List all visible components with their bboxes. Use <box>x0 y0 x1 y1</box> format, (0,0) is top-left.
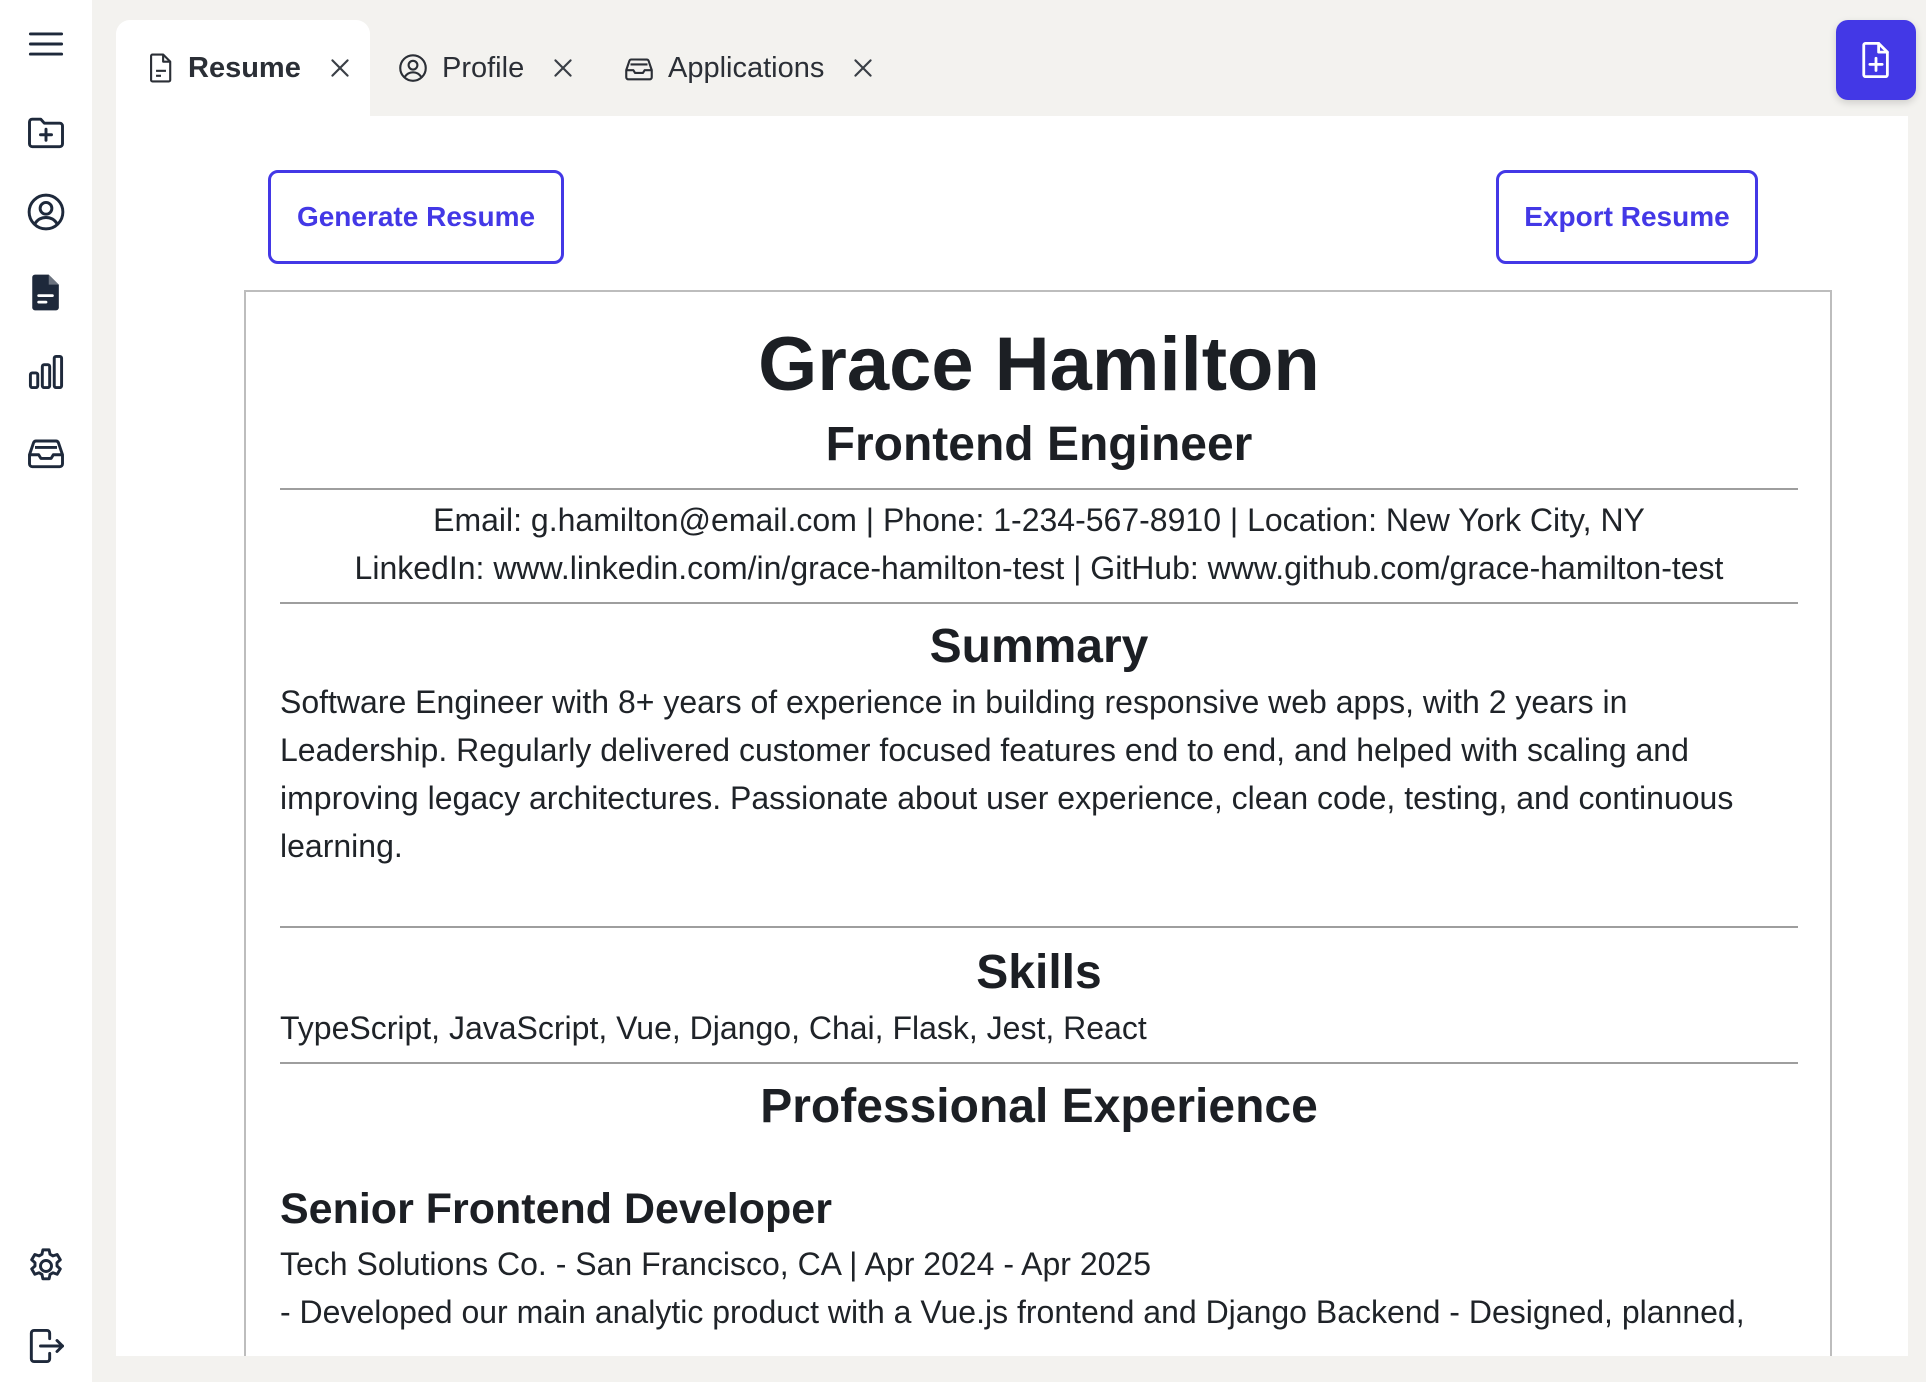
tab-profile-label: Profile <box>442 51 525 84</box>
resume-button[interactable] <box>0 260 92 324</box>
gear-icon <box>30 1248 62 1281</box>
user-circle-icon <box>27 193 65 231</box>
resume-role: Frontend Engineer <box>825 418 1253 471</box>
contact-line-1: Email: g.hamilton@email.com | Phone: 1-2… <box>433 502 1645 538</box>
analytics-button[interactable] <box>0 340 92 404</box>
close-icon <box>331 59 349 77</box>
divider <box>280 926 1798 928</box>
contact-line-2: LinkedIn: www.linkedin.com/in/grace-hami… <box>354 550 1724 586</box>
divider <box>280 488 1798 490</box>
tab-profile-close-button[interactable] <box>548 53 578 83</box>
resume-content: Grace Hamilton Frontend Engineer Email: … <box>280 292 1798 1336</box>
main-panel: Generate Resume Export Resume Grace Hami… <box>116 116 1908 1356</box>
inbox-stack-icon <box>28 439 64 469</box>
new-folder-button[interactable] <box>0 100 92 164</box>
profile-button[interactable] <box>0 180 92 244</box>
document-icon <box>144 51 178 85</box>
skills-text: TypeScript, JavaScript, Vue, Django, Cha… <box>280 1010 1147 1046</box>
tab-applications-close-button[interactable] <box>848 53 878 83</box>
document-plus-icon <box>1862 41 1889 79</box>
generate-resume-button[interactable]: Generate Resume <box>268 170 564 264</box>
document-icon <box>32 274 59 311</box>
job-title: Senior Frontend Developer <box>280 1185 832 1233</box>
job-details: - Developed our main analytic product wi… <box>280 1294 1745 1330</box>
applications-button[interactable] <box>0 420 92 484</box>
divider <box>280 602 1798 604</box>
summary-text: Software Engineer with 8+ years of exper… <box>280 684 1734 864</box>
export-resume-button[interactable]: Export Resume <box>1496 170 1758 264</box>
close-icon <box>854 59 873 77</box>
inbox-stack-icon <box>622 51 656 85</box>
logout-button[interactable] <box>0 1314 92 1378</box>
tab-profile[interactable]: Profile <box>396 20 578 116</box>
new-resume-button[interactable] <box>1836 20 1916 100</box>
hamburger-menu-icon <box>28 32 64 56</box>
tab-resume-label: Resume <box>188 51 301 84</box>
job-meta: Tech Solutions Co. - San Francisco, CA |… <box>280 1246 1151 1282</box>
resume-preview: Grace Hamilton Frontend Engineer Email: … <box>244 290 1832 1356</box>
experience-heading: Professional Experience <box>760 1080 1318 1133</box>
logout-icon <box>29 1328 64 1364</box>
user-circle-icon <box>396 51 430 85</box>
sidebar <box>0 0 92 1382</box>
folder-plus-icon <box>28 117 64 149</box>
tab-applications-label: Applications <box>668 51 825 84</box>
settings-button[interactable] <box>0 1234 92 1298</box>
divider <box>280 1062 1798 1064</box>
tab-resume[interactable]: Resume <box>116 20 370 116</box>
skills-heading: Skills <box>976 946 1102 999</box>
summary-heading: Summary <box>929 620 1149 673</box>
close-icon <box>554 59 572 77</box>
menu-button[interactable] <box>0 12 92 76</box>
bar-chart-icon <box>28 354 64 390</box>
tab-resume-close-button[interactable] <box>325 53 355 83</box>
resume-name: Grace Hamilton <box>758 322 1320 407</box>
tab-applications[interactable]: Applications <box>622 20 878 116</box>
